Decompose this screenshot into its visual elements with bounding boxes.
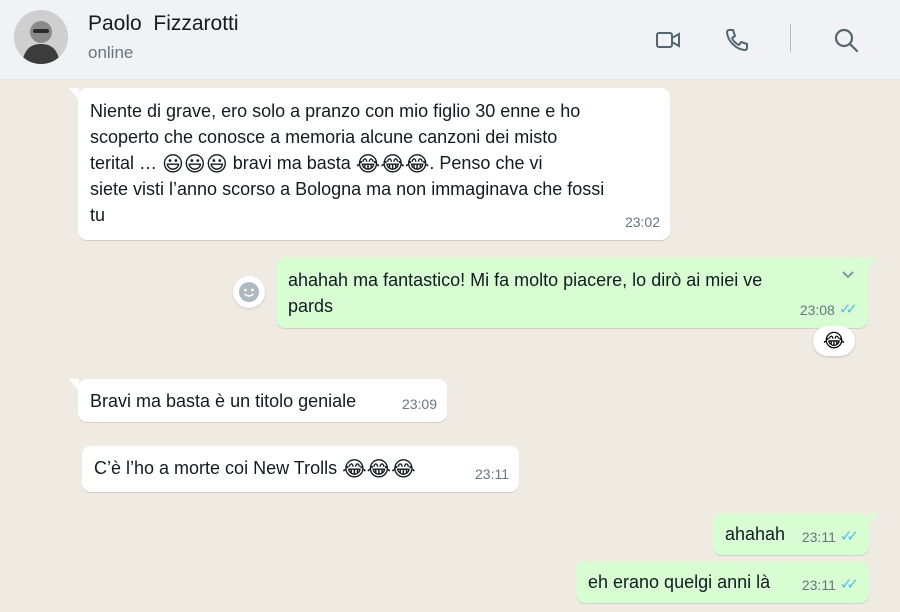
smiley-icon <box>239 282 259 302</box>
message-time: 23:11 ✓✓ <box>802 524 859 550</box>
voice-call-icon[interactable] <box>723 26 751 54</box>
message-list[interactable]: Niente di grave, ero solo a pranzo con m… <box>0 81 900 612</box>
avatar[interactable] <box>14 10 68 64</box>
add-reaction-button[interactable] <box>233 276 265 308</box>
message-text-line: tu <box>90 205 106 225</box>
message-text-line: C’è l’ho a morte coi New Trolls 😂😂😂 <box>94 455 507 481</box>
avatar-photo <box>14 10 68 64</box>
header-divider <box>790 24 791 52</box>
search-icon[interactable] <box>832 26 860 54</box>
contact-status: online <box>88 43 134 62</box>
message-bubble-outgoing[interactable]: ahahah 23:11 ✓✓ <box>713 513 878 555</box>
message-bubble-outgoing[interactable]: eh erano quelgi anni là 23:11 ✓✓ <box>576 561 869 603</box>
message-bubble-incoming[interactable]: Niente di grave, ero solo a pranzo con m… <box>69 88 670 240</box>
message-text-line: Niente di grave, ero solo a pranzo con m… <box>90 101 581 121</box>
timestamp: 23:11 <box>801 529 836 545</box>
message-bubble-incoming[interactable]: Bravi ma basta è un titolo geniale 23:09 <box>69 379 447 422</box>
message-text-line: ahahah ma fantastico! Mi fa molto piacer… <box>288 270 763 290</box>
message-text-line: siete visti l’anno scorso a Bologna ma n… <box>90 179 605 199</box>
timestamp: 23:09 <box>401 396 437 412</box>
read-receipt-icon: ✓✓ <box>839 528 859 545</box>
message-time: 23:11 ✓✓ <box>802 572 859 598</box>
message-text-line: pards <box>288 296 334 316</box>
chevron-down-icon <box>842 271 854 279</box>
message-text: Bravi ma basta è un titolo geniale <box>90 391 357 411</box>
message-bubble-outgoing[interactable]: ahahah ma fantastico! Mi fa molto piacer… <box>276 257 877 328</box>
message-time: 23:11 <box>475 461 509 487</box>
message-text: bravi ma basta <box>227 153 356 173</box>
message-text: . Penso che vi <box>429 153 543 173</box>
message-time: 23:02 <box>625 209 660 235</box>
timestamp: 23:08 <box>799 302 835 318</box>
message-bubble-incoming[interactable]: C’è l’ho a morte coi New Trolls 😂😂😂 23:1… <box>82 446 519 492</box>
timestamp: 23:11 <box>475 466 509 482</box>
message-menu-button[interactable] <box>828 261 856 287</box>
message-text: terital … <box>90 153 163 173</box>
message-text-line: scoperto che conosce a memoria alcune ca… <box>90 127 558 147</box>
laughing-emoji: 😂😂😂 <box>342 458 416 481</box>
read-receipt-icon: ✓✓ <box>838 301 858 318</box>
message-text-line: terital … 😃😃😃 bravi ma basta 😂😂😂. Penso … <box>90 150 658 176</box>
contact-name[interactable]: Paolo Fizzarotti <box>88 12 239 36</box>
timestamp: 23:11 <box>801 577 836 593</box>
message-time: 23:09 <box>402 391 437 417</box>
laughing-emoji: 😂😂😂 <box>355 153 430 176</box>
video-call-icon[interactable] <box>654 26 682 54</box>
read-receipt-icon: ✓✓ <box>839 576 859 593</box>
message-reaction[interactable]: 😂 <box>813 326 855 356</box>
grinning-emoji: 😃😃😃 <box>162 153 228 176</box>
chat-header: Paolo Fizzarotti online <box>0 0 900 80</box>
message-text: C’è l’ho a morte coi New Trolls <box>94 458 343 478</box>
timestamp: 23:02 <box>624 214 660 230</box>
message-time: 23:08 ✓✓ <box>800 297 858 323</box>
